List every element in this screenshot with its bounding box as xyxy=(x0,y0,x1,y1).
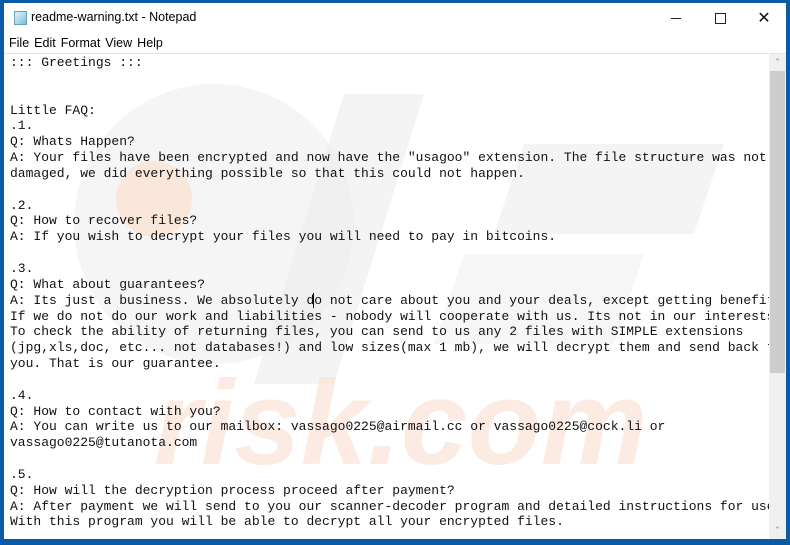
menu-edit[interactable]: Edit xyxy=(34,36,56,50)
text-line: Q: How to contact with you? xyxy=(10,403,221,419)
text-line: To check the ability of returning files,… xyxy=(10,324,744,340)
notepad-window: readme-warning.txt - Notepad ✕ File Edit… xyxy=(4,3,786,539)
text-caret xyxy=(313,293,314,308)
scroll-down-button[interactable]: ˅ xyxy=(769,522,786,539)
text-line: A: If you wish to decrypt your files you… xyxy=(10,229,557,245)
text-line: Little FAQ: xyxy=(10,102,96,118)
text-line: A: Your files have been encrypted and no… xyxy=(10,150,767,166)
vertical-scrollbar[interactable]: ˄ ˅ xyxy=(769,54,786,539)
text-line: Q: Whats Happen? xyxy=(10,134,135,150)
text-line: .2. xyxy=(10,197,34,213)
text-line: Q: How will the decryption process proce… xyxy=(10,482,455,498)
text-line: damaged, we did everything possible so t… xyxy=(10,165,525,181)
text-line: A: You can write us to our mailbox: vass… xyxy=(10,419,666,435)
text-line: .4. xyxy=(10,387,34,403)
menu-bar: File Edit Format View Help xyxy=(4,34,786,52)
window-title: readme-warning.txt - Notepad xyxy=(31,10,197,24)
text-line: .3. xyxy=(10,260,34,276)
text-line: With this program you will be able to de… xyxy=(10,514,564,530)
menu-view[interactable]: View xyxy=(105,36,132,50)
text-line: .5. xyxy=(10,466,34,482)
document-text[interactable]: ::: Greetings ::: Little FAQ: .1. Q: Wha… xyxy=(10,55,786,530)
minimize-icon xyxy=(671,17,681,19)
menu-help[interactable]: Help xyxy=(137,36,163,50)
text-line: vassago0225@tutanota.com xyxy=(10,435,198,451)
menu-file[interactable]: File xyxy=(9,36,29,50)
chevron-down-icon: ˅ xyxy=(775,526,780,535)
text-line: A: Its just a business. We absolutely do… xyxy=(10,292,786,308)
minimize-button[interactable] xyxy=(654,3,698,33)
text-line: ::: Greetings ::: xyxy=(10,55,143,70)
chevron-up-icon: ˄ xyxy=(775,58,780,67)
text-line: A: After payment we will send to you our… xyxy=(10,498,783,514)
title-bar[interactable]: readme-warning.txt - Notepad ✕ xyxy=(4,3,786,33)
maximize-button[interactable] xyxy=(698,3,742,33)
text-line: Q: How to recover files? xyxy=(10,213,198,229)
text-line: you. That is our guarantee. xyxy=(10,356,221,372)
maximize-icon xyxy=(714,12,726,24)
text-editor[interactable]: risk.com ::: Greetings ::: Little FAQ: .… xyxy=(4,53,786,539)
text-line: Q: What about guarantees? xyxy=(10,276,206,292)
scroll-thumb[interactable] xyxy=(770,71,785,373)
close-icon: ✕ xyxy=(757,8,771,27)
text-line: (jpg,xls,doc, etc... not databases!) and… xyxy=(10,340,783,356)
close-button[interactable]: ✕ xyxy=(742,3,786,33)
text-line: .1. xyxy=(10,118,34,134)
text-line: If we do not do our work and liabilities… xyxy=(10,308,783,324)
scroll-up-button[interactable]: ˄ xyxy=(769,54,786,71)
menu-format[interactable]: Format xyxy=(61,36,101,50)
notepad-icon xyxy=(14,11,27,25)
